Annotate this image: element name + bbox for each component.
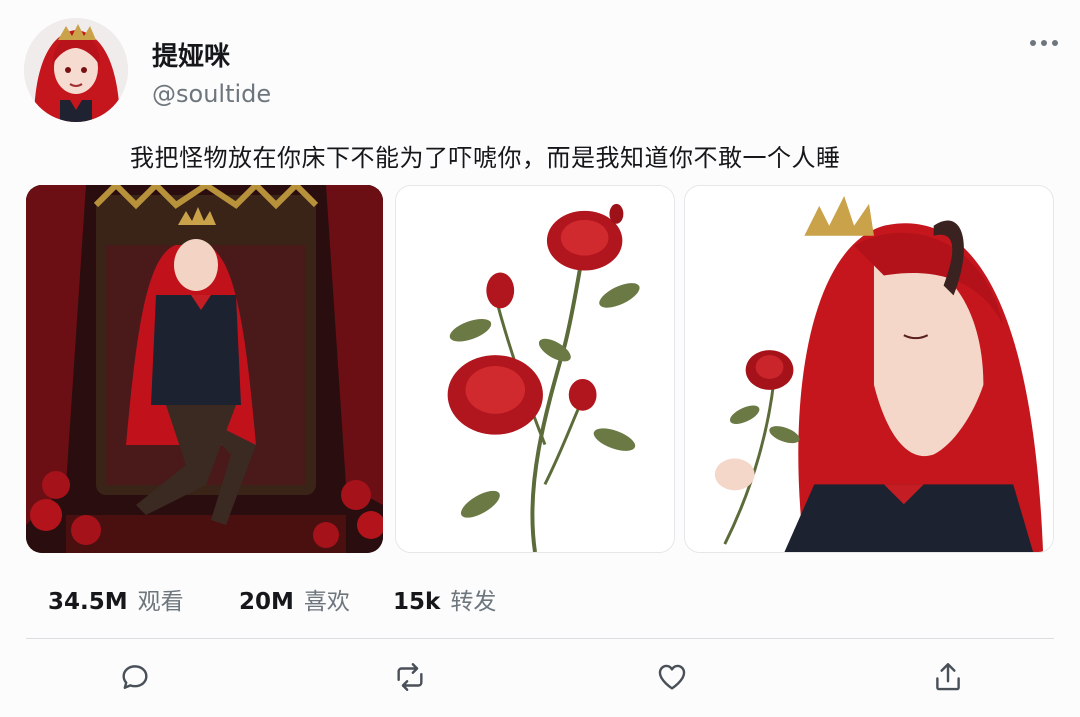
user-handle[interactable]: @soultide (152, 80, 271, 108)
stat-value: 34.5M (48, 589, 128, 615)
stat-label: 转发 (450, 589, 497, 615)
avatar[interactable] (24, 18, 128, 122)
media-image-3[interactable] (684, 185, 1054, 553)
stat-value: 15k (393, 589, 441, 615)
more-dot (1052, 40, 1058, 46)
share-icon (936, 663, 960, 691)
engagement-stats: 34.5M 观看 20M 喜欢 15k 转发 (0, 582, 1080, 616)
stat-label: 喜欢 (303, 589, 350, 615)
like-icon (658, 664, 686, 690)
reply-button[interactable] (115, 657, 155, 697)
stat-label: 观看 (137, 589, 184, 615)
avatar-image (24, 18, 128, 122)
stat-reposts[interactable]: 15k 转发 (393, 582, 496, 616)
retweet-button[interactable] (390, 657, 430, 697)
media-image-2[interactable] (395, 185, 675, 553)
more-options-icon[interactable] (1030, 40, 1058, 46)
more-dot (1030, 40, 1036, 46)
rose-illustration-image (396, 186, 674, 552)
display-name[interactable]: 提娅咪 (152, 36, 230, 73)
stat-views[interactable]: 34.5M 观看 (48, 582, 184, 616)
divider (26, 638, 1054, 639)
rose-profile-image (685, 186, 1053, 552)
more-dot (1041, 40, 1047, 46)
media-image-1[interactable] (26, 185, 383, 553)
post-text: 我把怪物放在你床下不能为了吓唬你，而是我知道你不敢一个人睡 (130, 144, 841, 172)
retweet-icon (397, 663, 423, 691)
stat-value: 20M (239, 589, 294, 615)
throne-portrait-image (26, 185, 383, 553)
reply-icon (122, 665, 148, 689)
stat-likes[interactable]: 20M 喜欢 (239, 582, 350, 616)
like-button[interactable] (652, 657, 692, 697)
share-button[interactable] (928, 657, 968, 697)
